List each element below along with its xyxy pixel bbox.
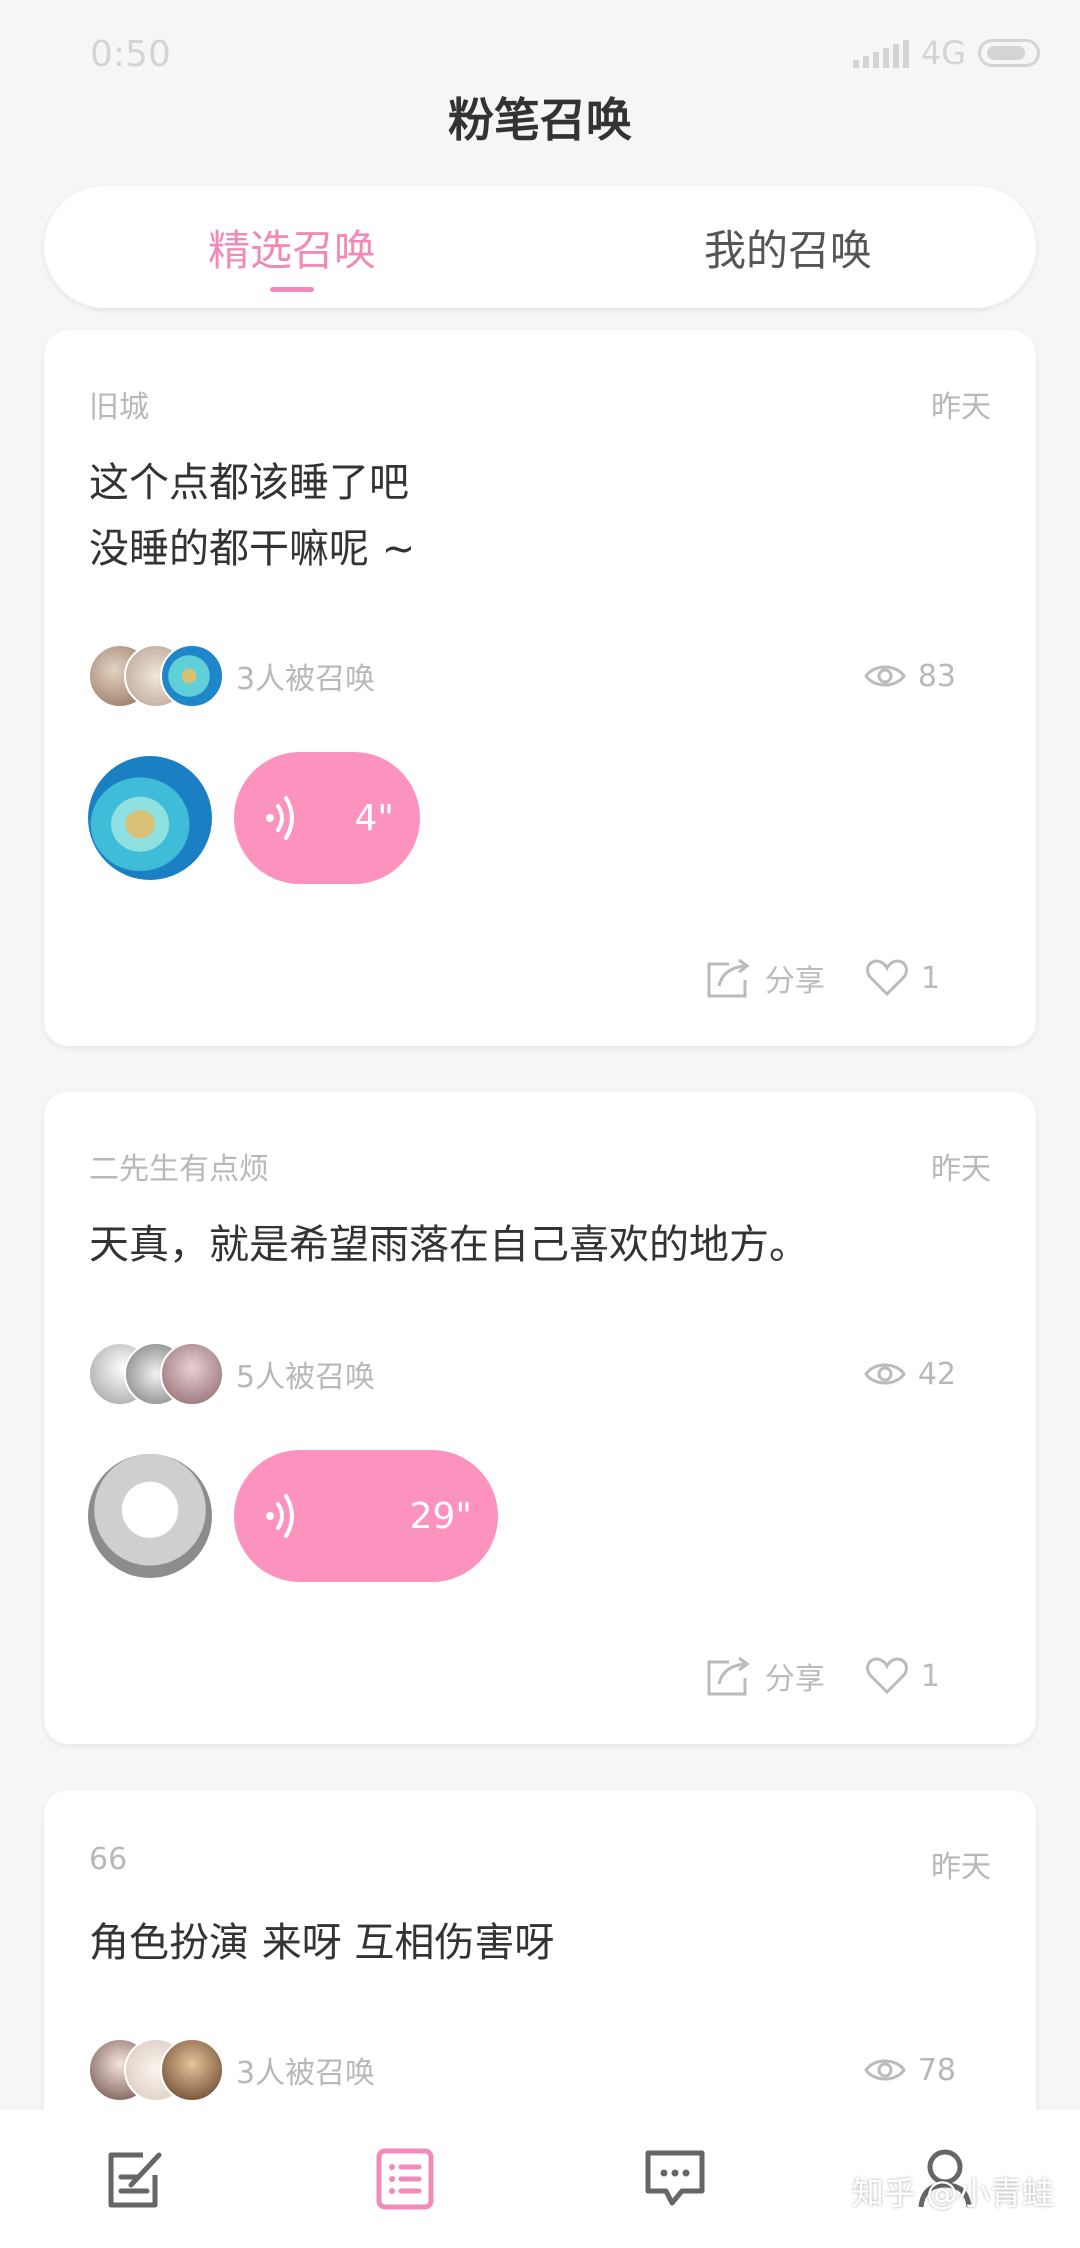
post-text: 天真，就是希望雨落在自己喜欢的地方。 <box>89 1212 989 1278</box>
nav-list[interactable] <box>345 2119 465 2239</box>
tab-bar: 精选召唤 我的召唤 <box>44 186 1036 308</box>
voice-row: 4" <box>88 752 420 884</box>
status-time: 0:50 <box>90 34 171 75</box>
post-time: 昨天 <box>931 1850 991 1885</box>
eye-icon <box>864 2059 906 2081</box>
post-time: 昨天 <box>931 390 991 425</box>
like-count: 1 <box>920 1658 940 1694</box>
avatar <box>160 1342 224 1406</box>
page-title: 粉笔召唤 <box>448 93 632 147</box>
view-count-value: 78 <box>917 2052 956 2088</box>
post-author[interactable]: 二先生有点烦 <box>89 1144 269 1188</box>
share-button[interactable]: 分享 <box>705 1654 825 1698</box>
post-actions: 分享 1 <box>705 1654 940 1698</box>
heart-icon <box>865 1657 908 1695</box>
post-card[interactable]: 二先生有点烦 昨天 天真，就是希望雨落在自己喜欢的地方。 5人被召唤 42 29… <box>44 1092 1036 1744</box>
message-icon <box>645 2150 705 2206</box>
avatar[interactable] <box>88 756 212 880</box>
tab-mine[interactable]: 我的召唤 <box>540 186 1036 308</box>
view-count-value: 83 <box>917 658 956 694</box>
post-text-line: 角色扮演 来呀 互相伤害呀 <box>89 1920 555 1966</box>
like-button[interactable]: 1 <box>865 1656 940 1696</box>
network-type: 4G <box>920 34 966 72</box>
post-text: 角色扮演 来呀 互相伤害呀 <box>89 1910 989 1976</box>
voice-row: 29" <box>88 1450 498 1582</box>
nav-messages[interactable] <box>615 2119 735 2239</box>
post-text-line: 这个点都该睡了吧 <box>89 460 409 506</box>
heart-icon <box>865 959 908 997</box>
signal-icon <box>852 38 909 68</box>
post-author[interactable]: 旧城 <box>89 382 149 426</box>
view-count: 78 <box>864 2036 956 2104</box>
like-count: 1 <box>920 960 940 996</box>
voice-message-button[interactable]: 29" <box>234 1450 498 1582</box>
share-label: 分享 <box>764 1662 825 1697</box>
like-button[interactable]: 1 <box>865 958 940 998</box>
view-count: 42 <box>864 1340 956 1408</box>
share-label: 分享 <box>764 964 825 999</box>
summoned-users[interactable]: 5人被召唤 <box>88 1340 375 1408</box>
summoned-users[interactable]: 3人被召唤 <box>88 2036 375 2104</box>
share-icon <box>707 958 750 998</box>
voice-duration: 29" <box>409 1495 472 1537</box>
sound-wave-icon <box>266 796 294 840</box>
sound-wave-icon <box>266 1494 294 1538</box>
post-text-line: 没睡的都干嘛呢 ~ <box>89 526 416 572</box>
tab-featured[interactable]: 精选召唤 <box>44 186 540 308</box>
edit-icon <box>108 2152 162 2208</box>
summoned-avatars <box>88 2038 224 2102</box>
post-time: 昨天 <box>931 1152 991 1187</box>
list-icon <box>376 2148 434 2210</box>
avatar <box>160 2038 224 2102</box>
voice-duration: 4" <box>354 797 394 839</box>
post-actions: 分享 1 <box>705 956 940 1000</box>
share-button[interactable]: 分享 <box>705 956 825 1000</box>
share-icon <box>707 1656 750 1696</box>
avatar[interactable] <box>88 1454 212 1578</box>
summoned-avatars <box>88 1342 224 1406</box>
post-card[interactable]: 旧城 昨天 这个点都该睡了吧 没睡的都干嘛呢 ~ 3人被召唤 83 4" 分享 … <box>44 330 1036 1046</box>
post-text-line: 天真，就是希望雨落在自己喜欢的地方。 <box>89 1222 809 1268</box>
summoned-users[interactable]: 3人被召唤 <box>88 642 375 710</box>
nav-edit[interactable] <box>75 2119 195 2239</box>
avatar <box>160 644 224 708</box>
view-count-value: 42 <box>917 1356 956 1392</box>
summon-count: 3人被召唤 <box>236 2056 376 2091</box>
battery-icon <box>978 39 1040 67</box>
eye-icon <box>864 665 906 687</box>
watermark: 知乎 @小青蛙 <box>851 2174 1054 2212</box>
eye-icon <box>864 1363 906 1385</box>
summon-count: 3人被召唤 <box>236 662 376 697</box>
summoned-avatars <box>88 644 224 708</box>
voice-message-button[interactable]: 4" <box>234 752 420 884</box>
summon-count: 5人被召唤 <box>236 1360 376 1395</box>
status-icons: 4G <box>852 34 1040 72</box>
view-count: 83 <box>864 642 956 710</box>
post-text: 这个点都该睡了吧 没睡的都干嘛呢 ~ <box>89 450 989 582</box>
post-author[interactable]: 66 <box>89 1842 127 1877</box>
